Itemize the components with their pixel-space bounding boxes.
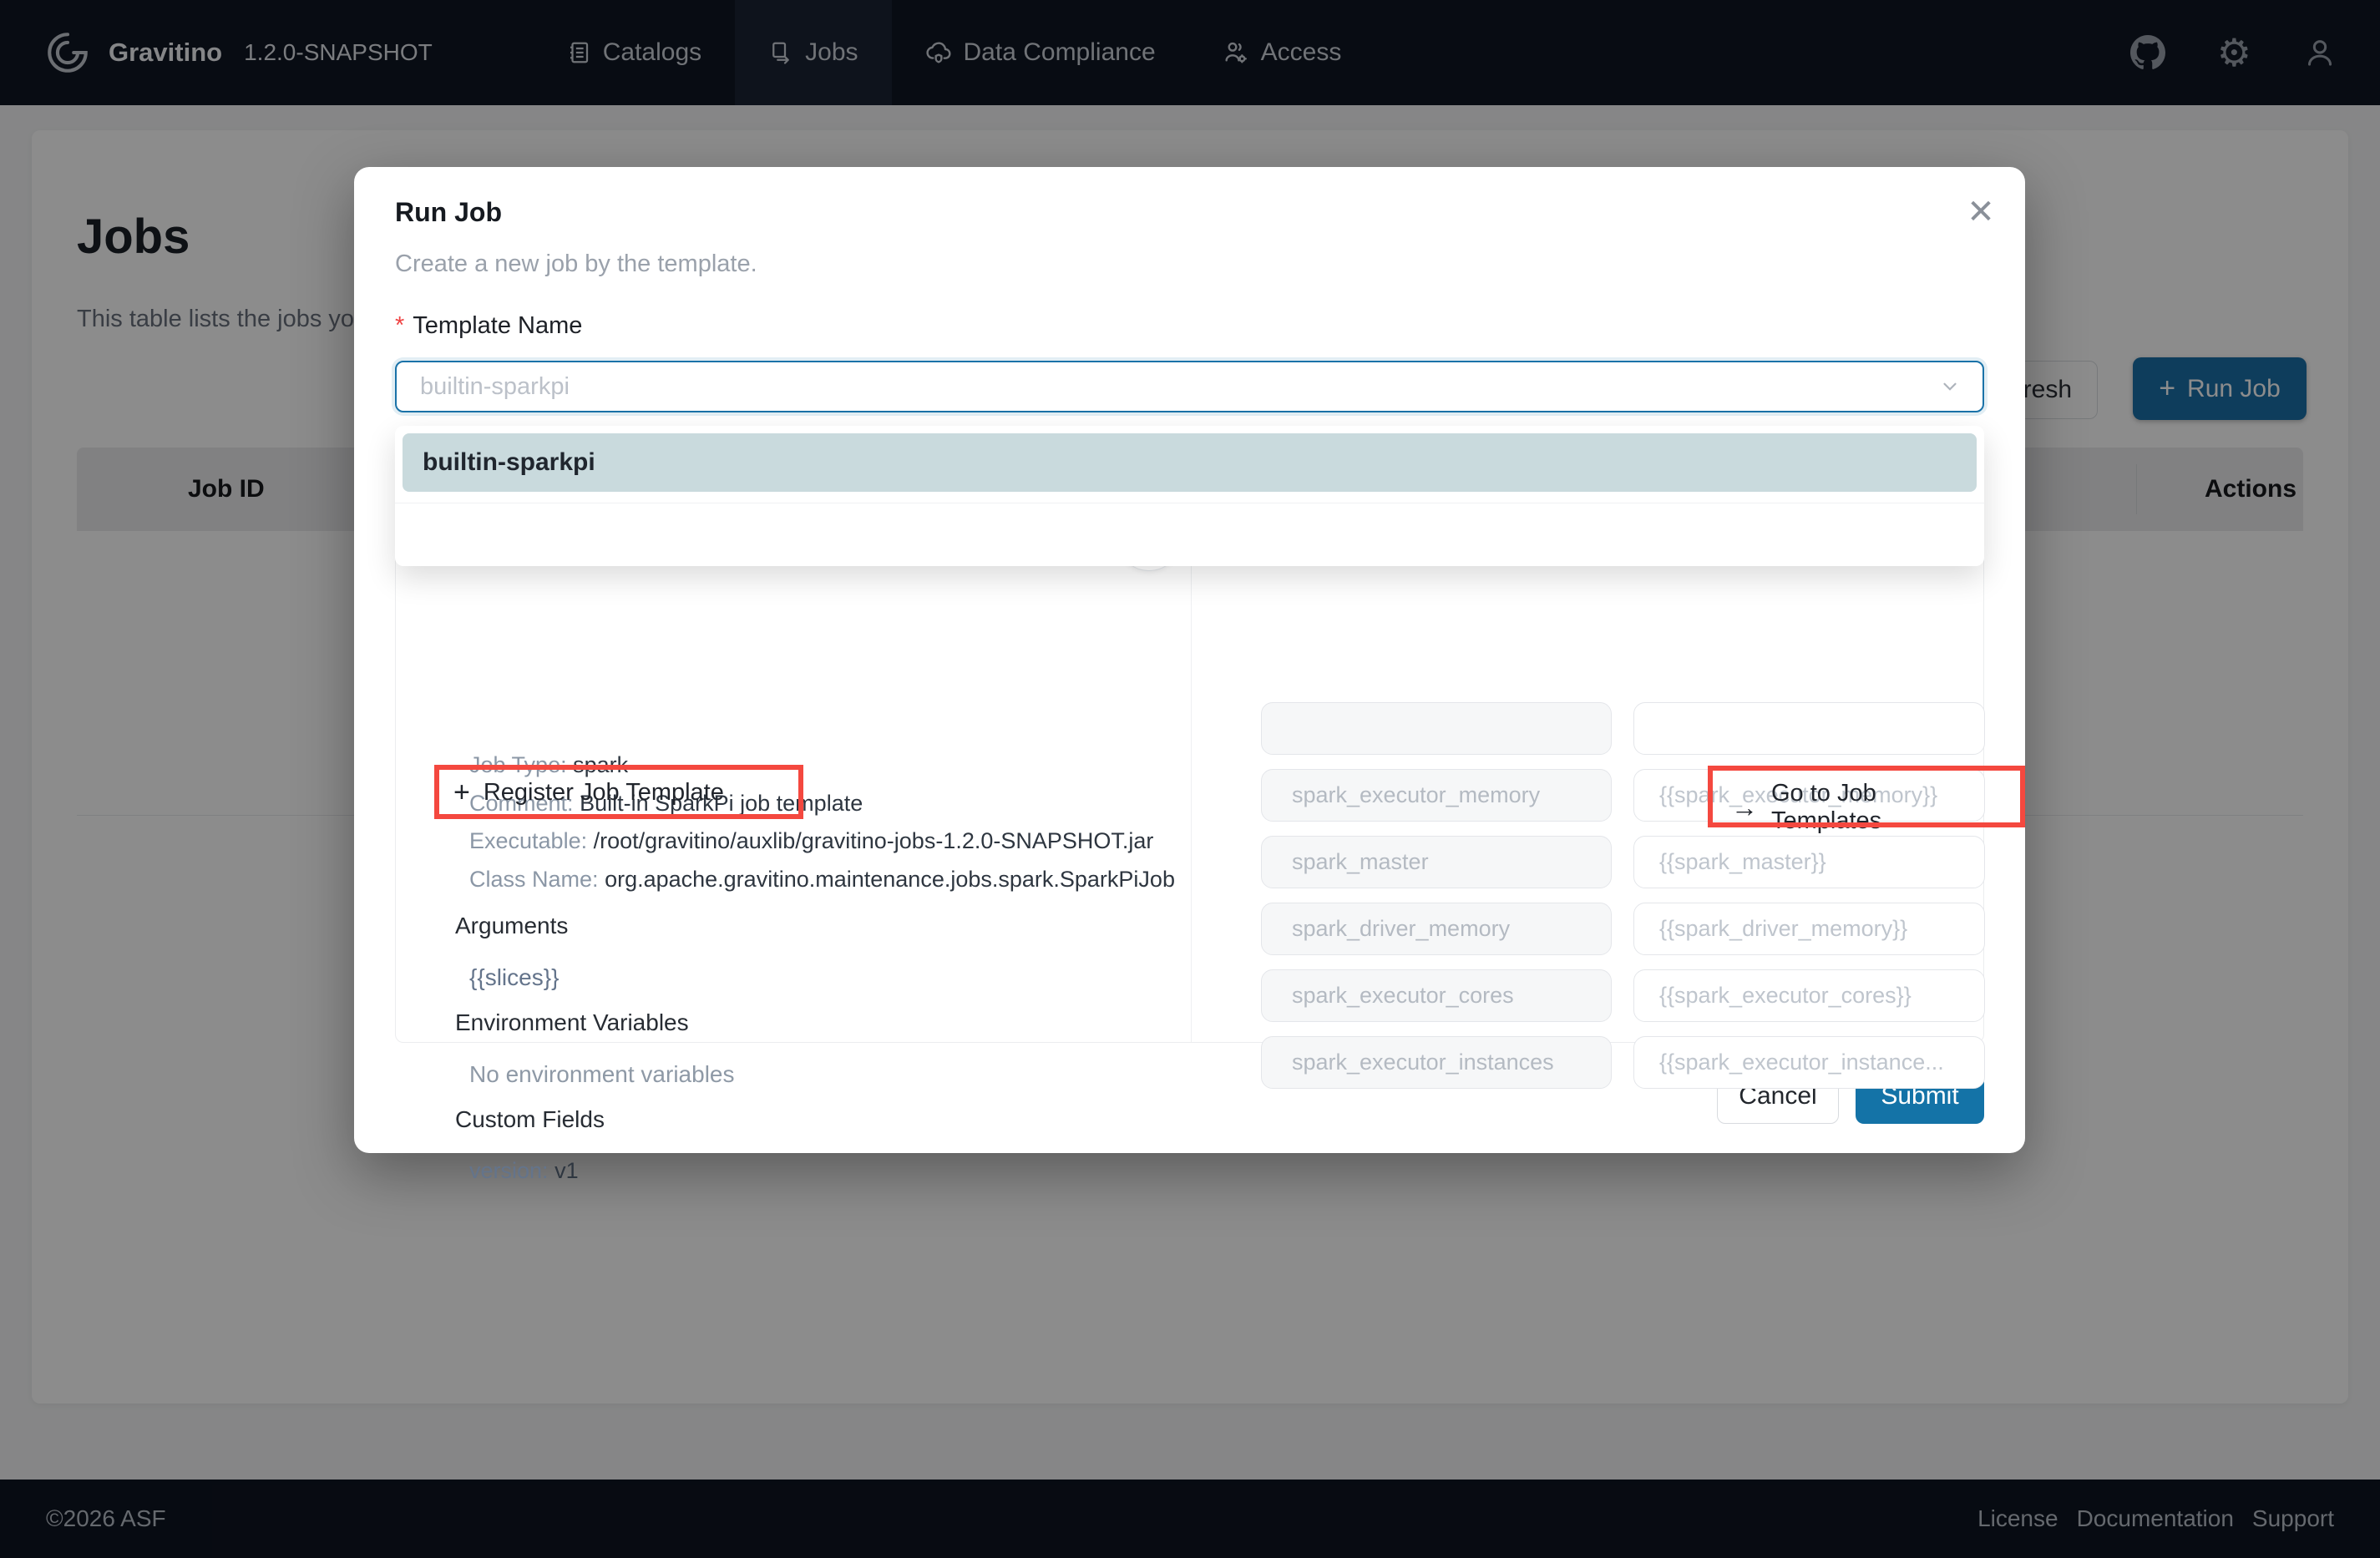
custom-field-version: version: v1 [469, 1158, 579, 1184]
param-value-field[interactable]: {{spark_master}} [1633, 836, 1985, 888]
template-name-select[interactable]: builtin-sparkpi [395, 361, 1984, 412]
param-name-field: spark_driver_memory [1261, 903, 1612, 955]
detail-class-name: Class Name: org.apache.gravitino.mainten… [469, 867, 1175, 893]
annotation-box-register [434, 765, 803, 819]
template-name-label: *Template Name [395, 312, 582, 340]
dropdown-option-builtin-sparkpi[interactable]: builtin-sparkpi [403, 433, 1977, 492]
param-name-field: spark_master [1261, 836, 1612, 888]
detail-executable: Executable: /root/gravitino/auxlib/gravi… [469, 828, 1153, 854]
param-value-field[interactable]: {{spark_driver_memory}} [1633, 903, 1985, 955]
param-value-field[interactable]: {{spark_executor_cores}} [1633, 969, 1985, 1022]
param-name-field: spark_executor_memory [1261, 769, 1612, 822]
param-value-field[interactable]: {{spark_executor_instance... [1633, 1036, 1985, 1089]
template-dropdown: builtin-sparkpi + Register Job Template … [395, 426, 1984, 566]
arguments-section-label: Arguments [455, 913, 568, 939]
panel-divider [1191, 549, 1192, 1042]
env-section-label: Environment Variables [455, 1009, 689, 1036]
param-value-field[interactable] [1633, 702, 1985, 755]
chevron-down-icon [1939, 376, 1961, 397]
arguments-value: {{slices}} [469, 964, 559, 991]
close-icon[interactable]: ✕ [1961, 192, 2001, 232]
custom-fields-section-label: Custom Fields [455, 1106, 605, 1133]
select-placeholder: builtin-sparkpi [420, 373, 570, 401]
modal-subtitle: Create a new job by the template. [395, 250, 757, 278]
param-name-field [1261, 702, 1612, 755]
modal-title: Run Job [395, 197, 502, 228]
annotation-box-goto [1708, 766, 2025, 827]
param-name-field: spark_executor_cores [1261, 969, 1612, 1022]
env-empty-text: No environment variables [469, 1061, 735, 1088]
param-name-field: spark_executor_instances [1261, 1036, 1612, 1089]
run-job-modal: ✕ Run Job Create a new job by the templa… [354, 167, 2025, 1153]
required-asterisk: * [395, 312, 404, 339]
